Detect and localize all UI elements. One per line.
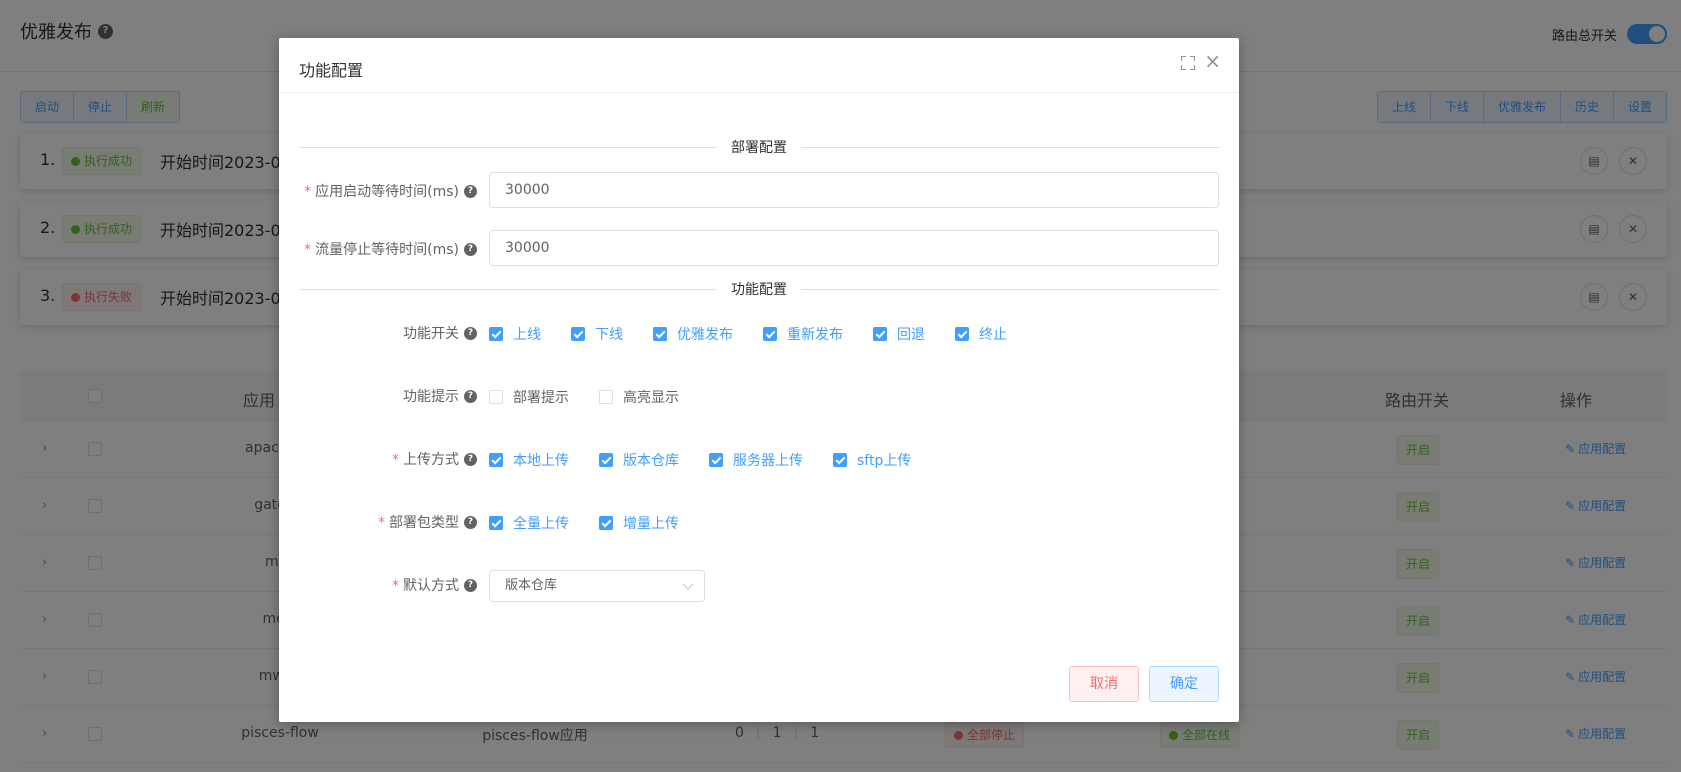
checkbox-label: 版本仓库 [623,453,679,469]
required-mark: * [304,242,312,258]
deploy-hint-checkbox[interactable]: 部署提示 [489,387,569,407]
checkbox-label: 服务器上传 [733,453,803,469]
required-mark: * [392,452,399,468]
startup-wait-input[interactable]: 30000 [489,172,1219,208]
section-divider-deploy: 部署配置 [299,137,1219,157]
default-method-select[interactable]: 版本仓库 [489,570,705,602]
checkbox-checked-icon [571,327,585,341]
checkbox-checked-icon [709,453,723,467]
feature-switch-group: 上线 下线 优雅发布 重新发布 回退 终止 [489,324,1007,344]
package-type-group: 全量上传 增量上传 [489,513,679,533]
checkbox-label: 回退 [897,327,925,343]
checkbox-checked-icon [763,327,777,341]
startup-wait-label: * 应用启动等待时间(ms) ? [304,181,477,201]
close-icon[interactable]: × [1204,51,1221,71]
section-title-deploy: 部署配置 [717,137,801,157]
feature-hint-group: 部署提示 高亮显示 [489,387,679,407]
checkbox-label: 重新发布 [787,327,843,343]
startup-wait-label-text: 应用启动等待时间(ms) [315,184,459,200]
help-icon[interactable]: ? [464,184,477,198]
traffic-stop-label: * 流量停止等待时间(ms) ? [304,239,477,259]
checkbox-label: sftp上传 [857,453,912,469]
repo-upload-checkbox[interactable]: 版本仓库 [599,450,679,470]
chevron-down-icon [682,578,694,590]
checkbox-checked-icon [873,327,887,341]
dialog-header: 功能配置 × [279,38,1239,93]
feature-graceful-checkbox[interactable]: 优雅发布 [653,324,733,344]
checkbox-label: 本地上传 [513,453,569,469]
feature-terminate-checkbox[interactable]: 终止 [955,324,1007,344]
checkbox-checked-icon [489,453,503,467]
local-upload-checkbox[interactable]: 本地上传 [489,450,569,470]
feature-offline-checkbox[interactable]: 下线 [571,324,623,344]
upload-method-label-text: 上传方式 [403,452,459,468]
checkbox-checked-icon [955,327,969,341]
package-type-label: * 部署包类型 ? [378,512,477,532]
feature-redeploy-checkbox[interactable]: 重新发布 [763,324,843,344]
feature-config-dialog: 功能配置 × 部署配置 * 应用启动等待时间(ms) ? 30000 * 流量停止等… [279,38,1239,722]
checkbox-checked-icon [489,516,503,530]
traffic-stop-input[interactable]: 30000 [489,230,1219,266]
checkbox-label: 全量上传 [513,516,569,532]
package-type-label-text: 部署包类型 [389,515,459,531]
upload-method-label: * 上传方式 ? [392,449,477,469]
fullscreen-icon[interactable] [1181,56,1195,70]
cancel-button[interactable]: 取消 [1069,666,1139,702]
full-upload-checkbox[interactable]: 全量上传 [489,513,569,533]
incremental-upload-checkbox[interactable]: 增量上传 [599,513,679,533]
checkbox-label: 上线 [513,327,541,343]
checkbox-unchecked-icon [599,390,613,404]
feature-switch-label: 功能开关 ? [403,323,477,343]
server-upload-checkbox[interactable]: 服务器上传 [709,450,803,470]
help-icon[interactable]: ? [464,515,477,529]
help-icon[interactable]: ? [464,452,477,466]
feature-hint-label-text: 功能提示 [403,389,459,405]
feature-switch-label-text: 功能开关 [403,326,459,342]
upload-method-group: 本地上传 版本仓库 服务器上传 sftp上传 [489,450,911,470]
default-method-value: 版本仓库 [505,578,558,593]
dialog-title: 功能配置 [299,61,364,80]
default-method-label-text: 默认方式 [403,578,459,594]
confirm-button[interactable]: 确定 [1149,666,1219,702]
checkbox-checked-icon [599,453,613,467]
checkbox-checked-icon [653,327,667,341]
checkbox-checked-icon [489,327,503,341]
checkbox-label: 部署提示 [513,390,569,406]
section-divider-feature: 功能配置 [299,279,1219,299]
help-icon[interactable]: ? [464,326,477,340]
required-mark: * [378,515,385,531]
checkbox-label: 终止 [979,327,1007,343]
sftp-upload-checkbox[interactable]: sftp上传 [833,450,911,470]
checkbox-label: 下线 [595,327,623,343]
required-mark: * [304,184,312,200]
checkbox-unchecked-icon [489,390,503,404]
traffic-stop-label-text: 流量停止等待时间(ms) [315,242,459,258]
help-icon[interactable]: ? [464,578,477,592]
feature-online-checkbox[interactable]: 上线 [489,324,541,344]
section-title-feature: 功能配置 [717,279,801,299]
help-icon[interactable]: ? [464,242,477,256]
checkbox-label: 增量上传 [623,516,679,532]
checkbox-checked-icon [599,516,613,530]
required-mark: * [392,578,399,594]
checkbox-checked-icon [833,453,847,467]
feature-hint-label: 功能提示 ? [403,386,477,406]
default-method-label: * 默认方式 ? [392,575,477,595]
checkbox-label: 高亮显示 [623,390,679,406]
highlight-checkbox[interactable]: 高亮显示 [599,387,679,407]
feature-rollback-checkbox[interactable]: 回退 [873,324,925,344]
checkbox-label: 优雅发布 [677,327,733,343]
help-icon[interactable]: ? [464,389,477,403]
